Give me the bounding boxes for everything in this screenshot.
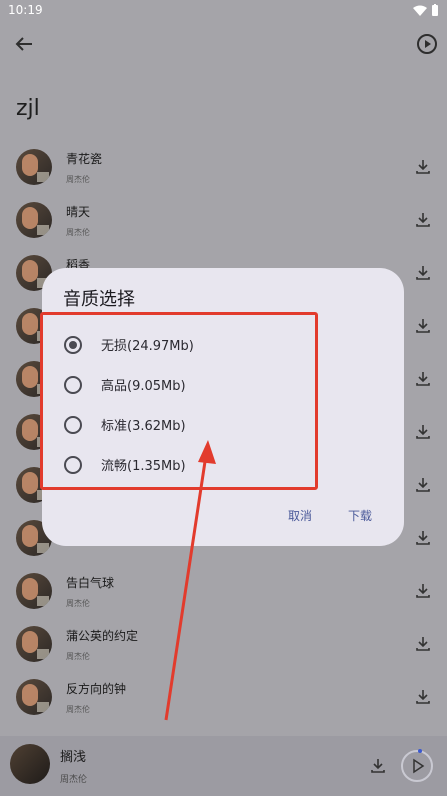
status-bar: 10:19 [0,0,447,24]
song-title: 蒲公英的约定 [66,629,139,643]
back-arrow-icon[interactable] [12,32,36,56]
cancel-button[interactable]: 取消 [288,507,312,524]
download-icon[interactable] [415,265,431,281]
song-artist: 周杰伦 [66,652,90,661]
dialog-title: 音质选择 [63,289,135,310]
album-art [16,679,52,715]
download-icon[interactable] [415,689,431,705]
download-icon[interactable] [415,424,431,440]
song-title: 晴天 [66,205,91,219]
play-circle-icon[interactable] [415,32,439,56]
download-icon[interactable] [415,530,431,546]
download-icon[interactable] [415,212,431,228]
page-title: zjl [16,96,40,121]
song-title: 告白气球 [66,576,115,590]
now-playing-bar[interactable]: 搁浅 周杰伦 [0,736,447,796]
song-row[interactable]: 蒲公英的约定 周杰伦 [0,617,447,670]
song-row[interactable]: 告白气球 周杰伦 [0,564,447,617]
download-icon[interactable] [415,318,431,334]
song-artist: 周杰伦 [66,175,90,184]
now-playing-title: 搁浅 [60,750,87,765]
play-button-icon[interactable] [399,748,435,784]
top-app-bar [0,24,447,64]
battery-icon [432,4,438,16]
download-icon[interactable] [415,583,431,599]
song-artist: 周杰伦 [66,228,90,237]
song-title: 反方向的钟 [66,682,127,696]
download-icon[interactable] [415,636,431,652]
now-playing-artist: 周杰伦 [60,775,88,785]
download-icon[interactable] [415,159,431,175]
now-playing-album-art [10,744,50,784]
album-art [16,202,52,238]
status-time: 10:19 [8,3,43,17]
song-artist: 周杰伦 [66,705,90,714]
annotation-highlight-box [40,312,318,490]
download-button[interactable]: 下载 [348,507,372,524]
album-art [16,149,52,185]
album-art [16,573,52,609]
song-title: 青花瓷 [66,152,103,166]
album-art [16,626,52,662]
song-artist: 周杰伦 [66,599,90,608]
song-row[interactable]: 晴天 周杰伦 [0,193,447,246]
song-row[interactable]: 反方向的钟 周杰伦 [0,670,447,723]
download-icon[interactable] [370,758,386,774]
status-icons [413,4,439,17]
song-row[interactable]: 青花瓷 周杰伦 [0,140,447,193]
download-icon[interactable] [415,477,431,493]
download-icon[interactable] [415,371,431,387]
wifi-icon [413,5,427,16]
